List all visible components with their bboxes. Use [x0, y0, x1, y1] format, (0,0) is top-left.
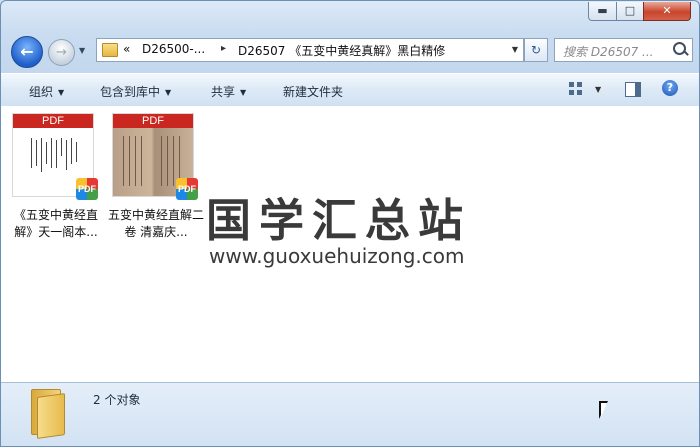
address-bar[interactable]: « D26500-... ▸ D26507 《五变中黄经真解》黑白精修 ▼ [96, 38, 524, 62]
breadcrumb-overflow[interactable]: « [123, 42, 130, 56]
pdf-header-label: PDF [13, 114, 93, 128]
pdf-file-icon: PDF [176, 178, 198, 200]
pdf-file-icon: PDF [76, 178, 98, 200]
file-name: 《五变中黄经直解》天一阁本... [13, 208, 98, 239]
include-in-library-menu[interactable]: 包含到库中 ▼ [100, 83, 171, 100]
refresh-button[interactable]: ↻ [524, 38, 548, 62]
search-placeholder: 搜索 D26507 ... [563, 45, 654, 59]
breadcrumb-separator[interactable]: ▸ [221, 43, 226, 54]
item-count: 2 个对象 [93, 393, 141, 407]
search-icon[interactable] [673, 42, 686, 55]
file-list-area[interactable]: PDF PDF 《五变中黄经直解》天一阁本... PDF PDF 五变中黄经直解… [1, 106, 699, 382]
recent-pages-dropdown[interactable]: ▼ [79, 46, 85, 55]
maximize-button[interactable]: □ [616, 2, 644, 21]
minimize-button[interactable]: ▬ [588, 2, 617, 21]
chevron-down-icon: ▼ [58, 88, 65, 97]
breadcrumb-current[interactable]: D26507 《五变中黄经真解》黑白精修 [238, 42, 445, 59]
title-bar: ▬ □ ✕ [1, 1, 699, 31]
explorer-window: ▬ □ ✕ ← → ▼ « D26500-... ▸ D26507 《五变中黄经… [0, 0, 700, 447]
folder-icon [31, 389, 65, 439]
organize-menu[interactable]: 组织 ▼ [29, 83, 64, 100]
share-menu[interactable]: 共享 ▼ [211, 83, 246, 100]
command-bar: 组织 ▼ 包含到库中 ▼ 共享 ▼ 新建文件夹 ▼ ? [1, 73, 699, 107]
folder-icon [102, 43, 118, 57]
navigation-bar: ← → ▼ « D26500-... ▸ D26507 《五变中黄经真解》黑白精… [1, 35, 699, 69]
address-dropdown-icon[interactable]: ▼ [512, 45, 518, 54]
preview-pane-icon[interactable] [625, 82, 641, 97]
mouse-cursor-icon-fill [601, 403, 607, 417]
watermark-title: 国学汇总站 [206, 194, 472, 247]
chevron-down-icon: ▼ [165, 88, 172, 97]
back-button[interactable]: ← [11, 36, 43, 68]
close-button[interactable]: ✕ [643, 2, 691, 21]
forward-button[interactable]: → [48, 39, 75, 66]
view-options-dropdown[interactable]: ▼ [595, 85, 601, 94]
pdf-header-label: PDF [113, 114, 193, 128]
search-box[interactable]: 搜索 D26507 ... [554, 38, 693, 62]
new-folder-button[interactable]: 新建文件夹 [283, 83, 343, 100]
file-name: 五变中黄经直解二卷 清嘉庆... [107, 208, 204, 239]
chevron-down-icon: ▼ [240, 88, 247, 97]
details-pane: 2 个对象 [1, 382, 699, 446]
watermark-url: www.guoxuehuizong.com [209, 244, 465, 268]
change-view-icon[interactable] [569, 82, 583, 96]
breadcrumb-parent[interactable]: D26500-... [142, 42, 205, 56]
help-icon[interactable]: ? [662, 80, 678, 96]
